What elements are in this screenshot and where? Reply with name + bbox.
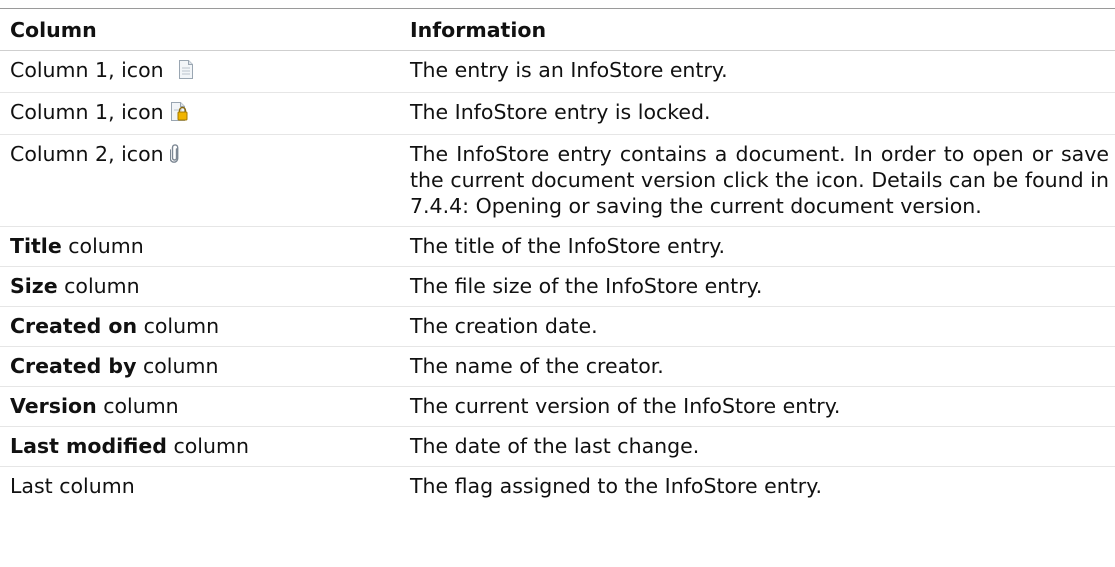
column-info-table: Column Information Column 1, icon The en…	[0, 8, 1115, 506]
column-text: Column 2, icon	[10, 142, 164, 166]
column-suffix: column	[166, 434, 249, 458]
information-cell: The date of the last change.	[399, 426, 1115, 467]
header-column: Column	[0, 8, 399, 51]
paperclip-icon	[169, 143, 180, 169]
table-row: Column 2, icon The InfoStore entry conta…	[0, 134, 1115, 227]
table-row: Created by column The name of the creato…	[0, 346, 1115, 387]
column-keyword: Title	[10, 234, 62, 258]
information-cell: The flag assigned to the InfoStore entry…	[410, 474, 822, 498]
column-keyword: Created by	[10, 354, 137, 378]
column-suffix: column	[57, 274, 140, 298]
document-icon	[178, 59, 194, 85]
table-row: Column 1, icon The entry is an InfoStore…	[0, 50, 1115, 93]
header-row: Column Information	[0, 8, 1115, 51]
information-cell: The InfoStore entry contains a document.…	[399, 134, 1115, 227]
column-cell: Last column	[0, 467, 399, 507]
header-information: Information	[399, 8, 1115, 51]
column-keyword: Created on	[10, 314, 138, 338]
column-text: Column 1, icon	[10, 58, 164, 82]
column-suffix: column	[96, 394, 179, 418]
table-row: Size column The file size of the InfoSto…	[0, 266, 1115, 307]
column-keyword: Version	[10, 394, 97, 418]
column-cell: Size column	[0, 266, 399, 307]
column-cell: Column 2, icon	[0, 134, 399, 227]
information-cell: The file size of the InfoStore entry.	[399, 266, 1115, 307]
information-cell: The current version of the InfoStore ent…	[399, 386, 1115, 427]
table-row: Version column The current version of th…	[0, 386, 1115, 427]
column-cell: Created by column	[0, 346, 399, 387]
information-cell: The title of the InfoStore entry.	[399, 226, 1115, 267]
information-cell: The InfoStore entry is locked.	[399, 92, 1115, 135]
locked-document-icon	[170, 101, 188, 127]
information-cell: The creation date.	[399, 306, 1115, 347]
column-cell: Created on column	[0, 306, 399, 347]
column-keyword: Size	[10, 274, 58, 298]
column-cell: Column 1, icon	[0, 92, 399, 135]
column-cell: Version column	[0, 386, 399, 427]
information-cell: The entry is an InfoStore entry.	[399, 50, 1115, 93]
table-row: Last modified column The date of the las…	[0, 426, 1115, 467]
column-cell: Last modified column	[0, 426, 399, 467]
table-row: Column 1, icon The InfoStore entry is lo…	[0, 92, 1115, 135]
table-row: Created on column The creation date.	[0, 306, 1115, 347]
column-keyword: Last modified	[10, 434, 167, 458]
table-row: Title column The title of the InfoStore …	[0, 226, 1115, 267]
column-text: Column 1, icon	[10, 100, 164, 124]
column-cell: Title column	[0, 226, 399, 267]
column-suffix: column	[137, 314, 220, 338]
column-suffix: column	[61, 234, 144, 258]
information-cell: The name of the creator.	[399, 346, 1115, 387]
table-row: Last column The flag assigned to the Inf…	[0, 467, 1115, 507]
column-cell: Column 1, icon	[0, 50, 399, 93]
column-suffix: column	[136, 354, 219, 378]
column-text: Last column	[10, 474, 135, 498]
